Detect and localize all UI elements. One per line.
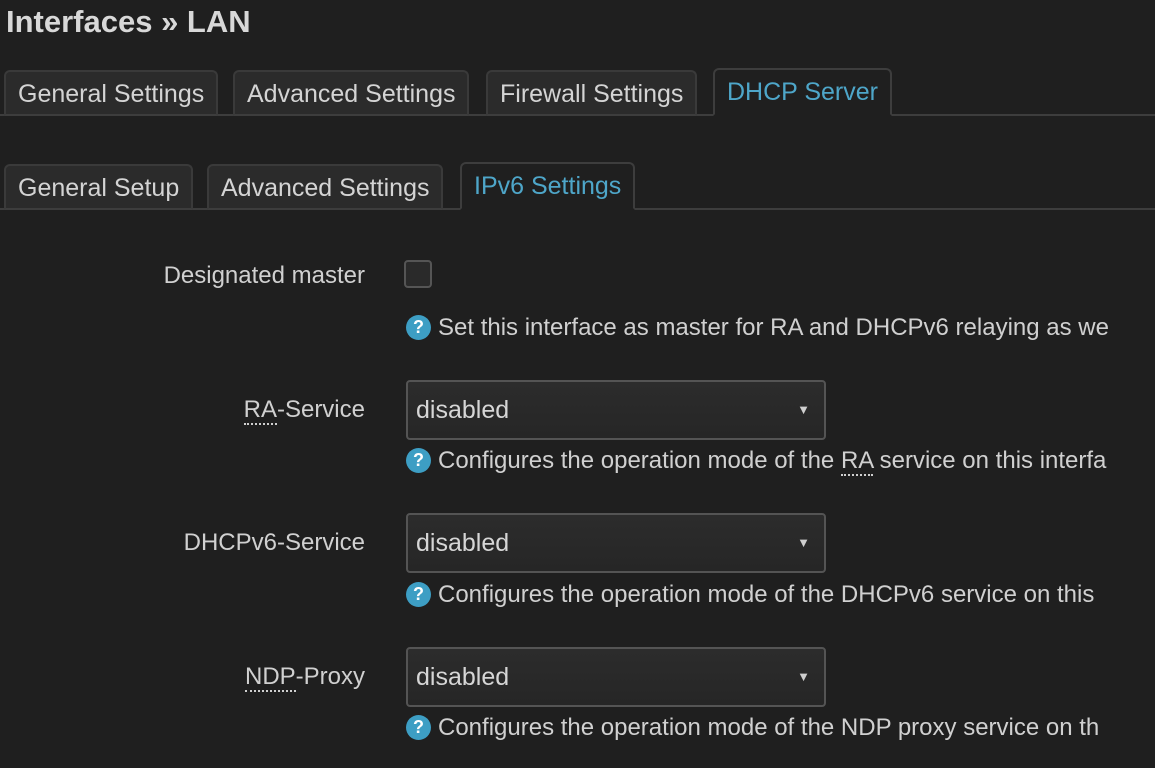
- ndp-proxy-help: ? Configures the operation mode of the ND…: [406, 714, 1099, 742]
- ra-service-label-rest: -Service: [276, 396, 365, 423]
- dhcpv6-service-value: disabled: [416, 529, 510, 557]
- subtab-ipv6-settings[interactable]: IPv6 Settings: [460, 162, 636, 210]
- caret-down-icon: ▼: [797, 669, 810, 684]
- ra-abbr: RA: [243, 396, 277, 425]
- dhcpv6-service-help-text: Configures the operation mode of the DHC…: [438, 581, 1095, 608]
- ra-service-help: ? Configures the operation mode of the RA…: [406, 447, 1107, 476]
- question-circle-icon: ?: [406, 448, 431, 473]
- dhcpv6-service-label: DHCPv6-Service: [183, 529, 365, 556]
- ra-service-value: disabled: [416, 396, 510, 424]
- caret-down-icon: ▼: [797, 402, 810, 417]
- question-circle-icon: ?: [406, 582, 431, 607]
- designated-master-checkbox[interactable]: [404, 260, 432, 288]
- ndp-proxy-select[interactable]: disabled ▼: [406, 647, 826, 707]
- ra-service-label: RA-Service: [243, 396, 365, 425]
- page: Interfaces » LAN General Settings Advanc…: [0, 0, 1155, 768]
- tab-dhcp-server[interactable]: DHCP Server: [713, 68, 892, 116]
- question-circle-icon: ?: [406, 315, 431, 340]
- tab-general-settings[interactable]: General Settings: [4, 70, 219, 116]
- dhcpv6-service-select[interactable]: disabled ▼: [406, 513, 826, 573]
- sub-tab-bar: General Setup Advanced Settings IPv6 Set…: [0, 160, 1155, 210]
- ra-help-abbr: RA: [840, 447, 873, 476]
- ra-service-select[interactable]: disabled ▼: [406, 380, 826, 440]
- designated-master-label: Designated master: [163, 262, 365, 289]
- page-title: Interfaces » LAN: [6, 4, 251, 39]
- designated-master-help-text: Set this interface as master for RA and …: [438, 314, 1109, 341]
- dhcpv6-service-help: ? Configures the operation mode of the DH…: [406, 581, 1094, 609]
- ra-service-help-suffix: service on this interfa: [872, 447, 1107, 474]
- subtab-general-setup[interactable]: General Setup: [4, 164, 194, 210]
- tab-advanced-settings[interactable]: Advanced Settings: [233, 70, 470, 116]
- ra-service-help-prefix: Configures the operation mode of the: [438, 447, 841, 474]
- ndp-proxy-value: disabled: [416, 663, 510, 691]
- tab-firewall-settings[interactable]: Firewall Settings: [486, 70, 698, 116]
- caret-down-icon: ▼: [797, 535, 810, 550]
- ndp-proxy-help-text: Configures the operation mode of the NDP…: [438, 714, 1100, 741]
- ndp-proxy-label-rest: -Proxy: [295, 663, 365, 690]
- designated-master-help: ? Set this interface as master for RA and…: [406, 314, 1109, 342]
- question-circle-icon: ?: [406, 715, 431, 740]
- ndp-abbr: NDP: [244, 663, 296, 692]
- main-tab-bar: General Settings Advanced Settings Firew…: [0, 66, 1155, 116]
- subtab-advanced-settings[interactable]: Advanced Settings: [207, 164, 444, 210]
- ndp-proxy-label: NDP-Proxy: [244, 663, 365, 692]
